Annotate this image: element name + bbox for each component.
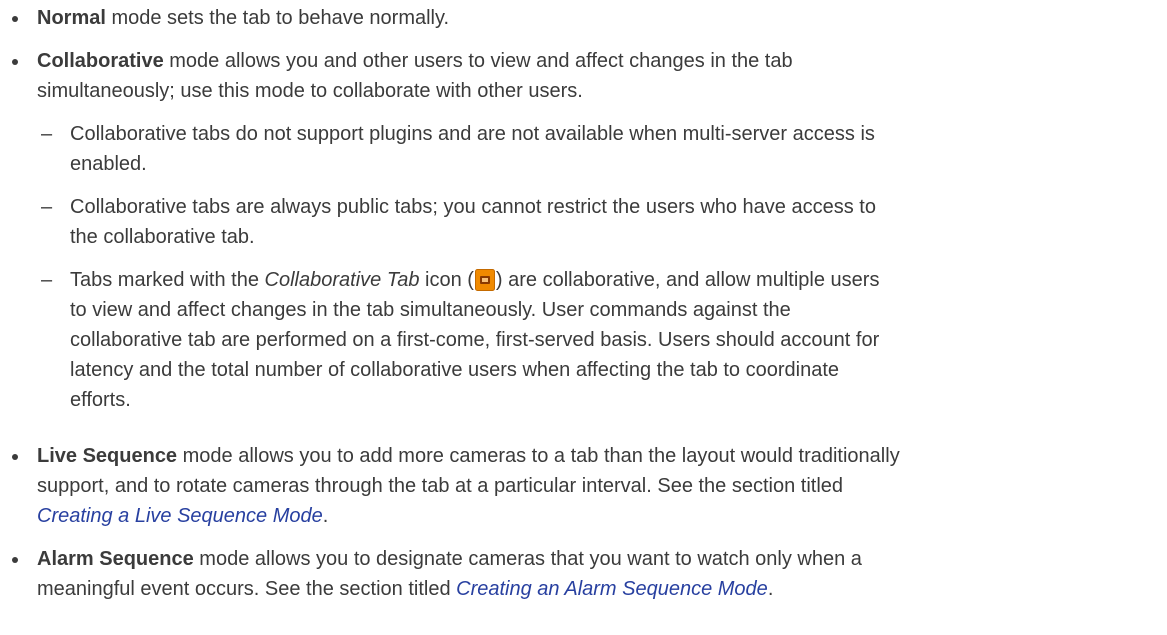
icon-name-text: Collaborative Tab (264, 269, 420, 291)
description-text: Collaborative tabs are always public tab… (70, 196, 876, 218)
dash-marker: – (41, 269, 53, 291)
term-alarm-sequence: Alarm Sequence (37, 548, 194, 570)
term-normal: Normal (37, 7, 106, 29)
description-text: meaningful event occurs. See the section… (37, 578, 457, 600)
dash-marker: – (41, 196, 53, 218)
description-text: ) are collaborative, and allow multiple … (495, 269, 880, 291)
line: Collaborative mode allows you and other … (37, 46, 1157, 76)
line: Normal mode sets the tab to behave norma… (37, 3, 1157, 33)
description-text: collaborative tab are performed on a fir… (70, 329, 880, 351)
description-text: mode allows you to designate cameras tha… (193, 548, 862, 570)
sub-list-item-plugins: – Collaborative tabs do not support plug… (0, 119, 1167, 179)
description-text: enabled. (70, 153, 147, 175)
description-text: to view and affect changes in the tab si… (70, 299, 791, 321)
line: meaningful event occurs. See the section… (37, 574, 1157, 604)
link-creating-alarm-sequence-mode[interactable]: Creating an Alarm Sequence Mode (456, 578, 768, 600)
link-creating-live-sequence-mode[interactable]: Creating a Live Sequence Mode (37, 505, 323, 527)
punctuation: . (322, 505, 329, 527)
description-text: Collaborative tabs do not support plugin… (70, 123, 875, 145)
description-text: icon ( (419, 269, 474, 291)
punctuation: . (767, 578, 774, 600)
description-text: mode allows you to add more cameras to a… (177, 445, 900, 467)
line: Creating a Live Sequence Mode. (37, 501, 1157, 531)
dash-marker: – (41, 123, 53, 145)
list-item-normal-mode: Normal mode sets the tab to behave norma… (0, 3, 1167, 33)
list-item-live-sequence-mode: Live Sequence mode allows you to add mor… (0, 441, 1167, 531)
bullet-dot (12, 59, 18, 65)
sub-list-item-collaborative-tab-icon: – Tabs marked with the Collaborative Tab… (0, 265, 1167, 415)
sub-list-item-public-tabs: – Collaborative tabs are always public t… (0, 192, 1167, 252)
bullet-dot (12, 557, 18, 563)
term-live-sequence: Live Sequence (37, 445, 178, 467)
document-body: Normal mode sets the tab to behave norma… (0, 0, 1167, 635)
line: Alarm Sequence mode allows you to design… (37, 544, 1157, 574)
description-text: Tabs marked with the (70, 269, 265, 291)
line: Live Sequence mode allows you to add mor… (37, 441, 1157, 471)
bullet-dot (12, 454, 18, 460)
description-text: mode sets the tab to behave normally. (105, 7, 450, 29)
line: Tabs marked with the Collaborative Tab i… (70, 265, 1157, 295)
description-text: latency and the total number of collabor… (70, 359, 840, 381)
bullet-dot (12, 16, 18, 22)
description-text: the collaborative tab. (70, 226, 255, 248)
collaborative-tab-icon (474, 269, 495, 291)
list-item-alarm-sequence-mode: Alarm Sequence mode allows you to design… (0, 544, 1167, 604)
description-text: support, and to rotate cameras through t… (37, 475, 844, 497)
description-text: mode allows you and other users to view … (163, 50, 793, 72)
description-text: simultaneously; use this mode to collabo… (37, 80, 583, 102)
term-collaborative: Collaborative (37, 50, 164, 72)
list-item-collaborative-mode: Collaborative mode allows you and other … (0, 46, 1167, 106)
description-text: efforts. (70, 389, 131, 411)
